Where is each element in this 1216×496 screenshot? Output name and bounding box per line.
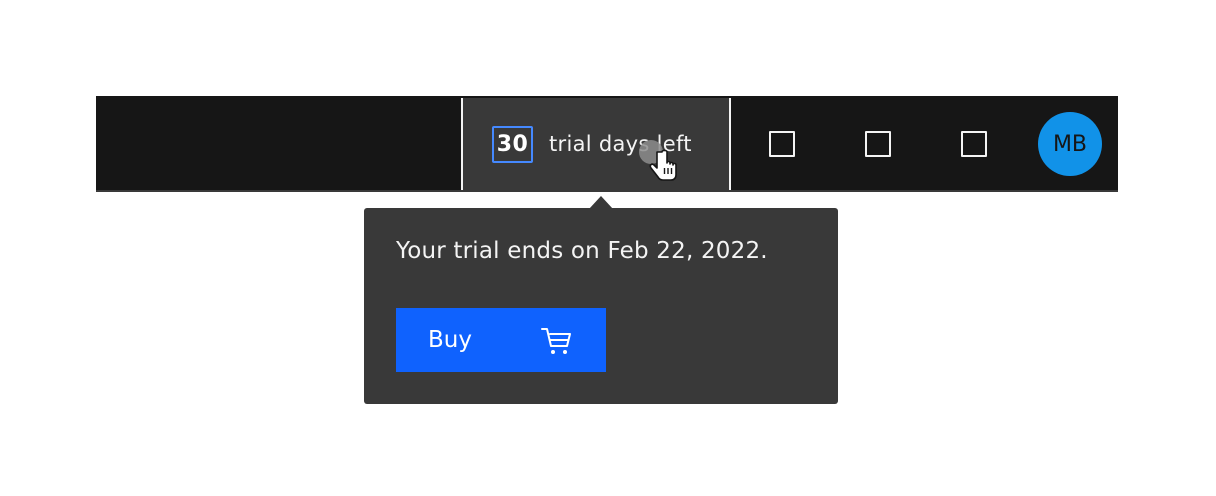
trial-days-count-badge: 30 — [492, 125, 533, 163]
header-action-2[interactable] — [858, 124, 898, 164]
top-header-bar: 30 trial days left MB — [96, 96, 1118, 192]
trial-end-message: Your trial ends on Feb 22, 2022. — [396, 238, 768, 264]
square-icon — [769, 131, 795, 157]
header-action-3[interactable] — [954, 124, 994, 164]
user-avatar[interactable]: MB — [1038, 112, 1102, 176]
trial-days-indicator[interactable]: 30 trial days left — [461, 98, 731, 190]
page: 30 trial days left MB Your trial ends on… — [0, 0, 1216, 496]
buy-button-label: Buy — [428, 327, 472, 353]
header-action-1[interactable] — [762, 124, 802, 164]
square-icon — [865, 131, 891, 157]
trial-popover: Your trial ends on Feb 22, 2022. Buy — [364, 208, 838, 404]
buy-button[interactable]: Buy — [396, 308, 606, 372]
shopping-cart-icon — [541, 328, 571, 354]
hand-pointer-cursor-icon — [639, 140, 677, 181]
square-icon — [961, 131, 987, 157]
header-bottom-border — [96, 190, 1118, 192]
